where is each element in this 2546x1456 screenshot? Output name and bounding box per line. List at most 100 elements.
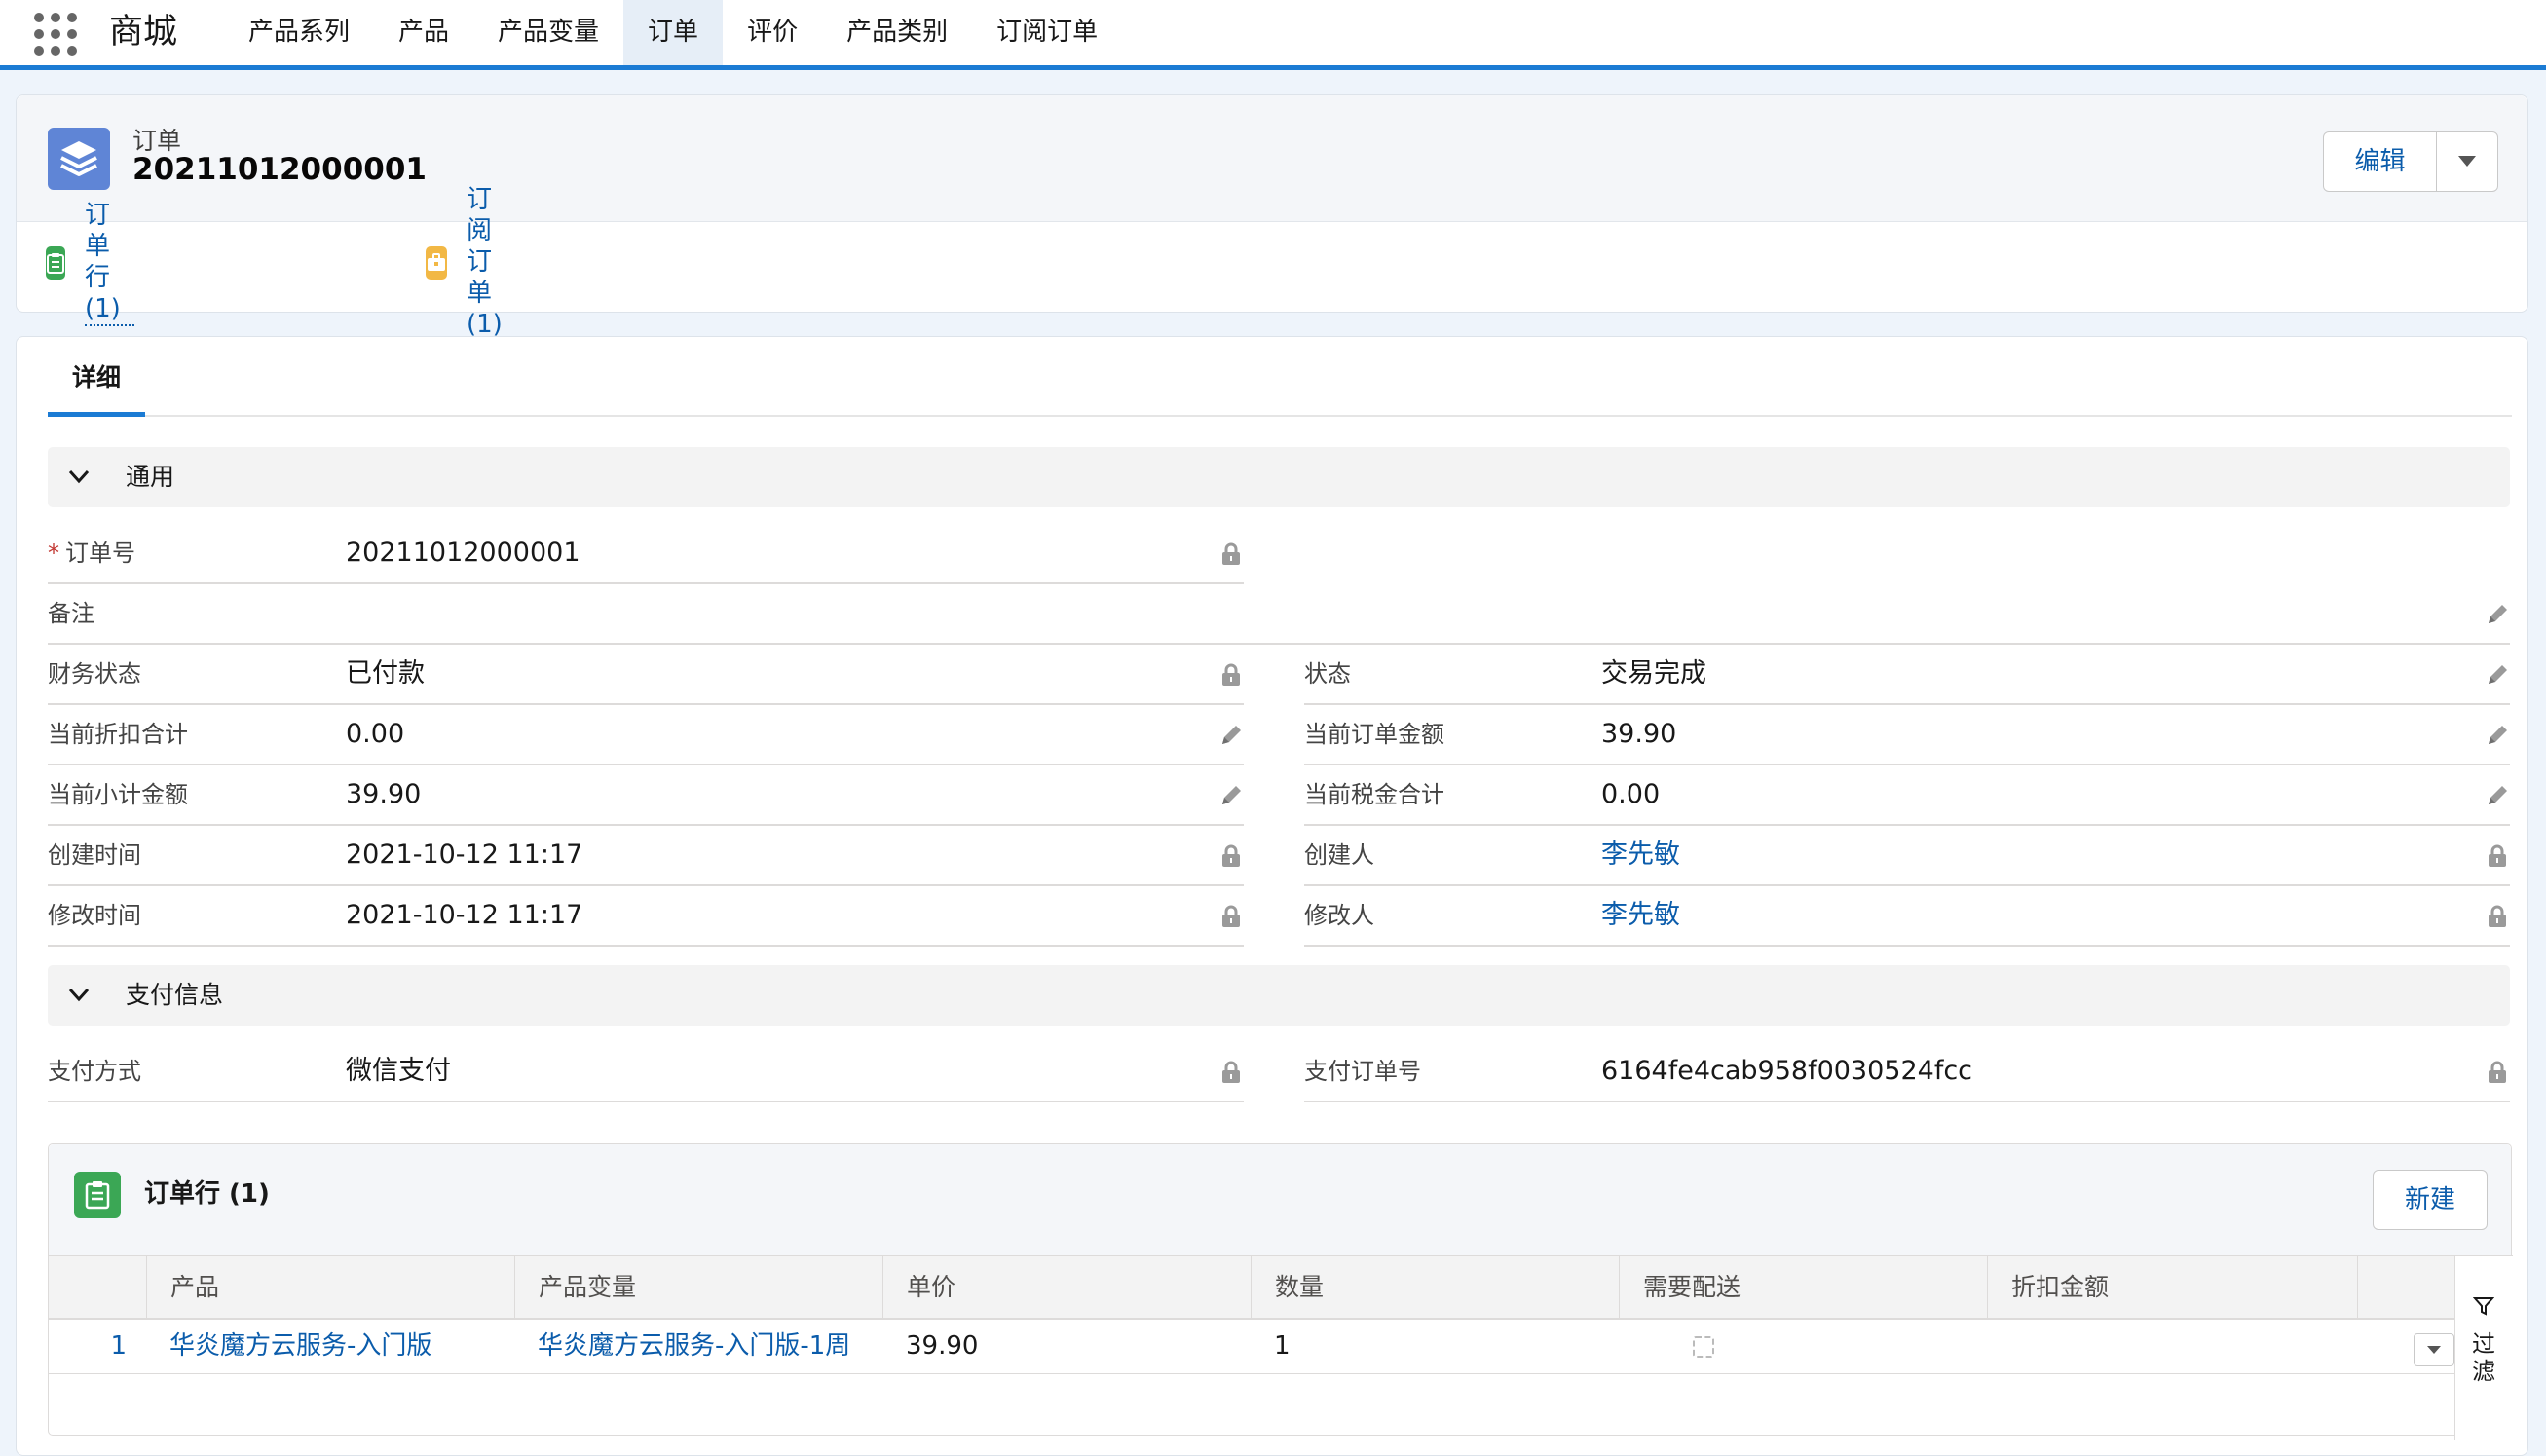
field-modified-by: 修改人 李先敏 (1304, 886, 2510, 947)
chevron-down-icon (68, 988, 90, 1002)
column-header-price[interactable]: 单价 (882, 1256, 1251, 1319)
nav-item-product-variants[interactable]: 产品变量 (473, 0, 623, 65)
clipboard-icon (46, 246, 65, 280)
field-order-amount: 当前订单金额 39.90 (1304, 705, 2510, 765)
column-header-actions (2357, 1256, 2454, 1319)
field-remark: 备注 (48, 584, 2510, 645)
more-actions-button[interactable] (2437, 132, 2497, 191)
lock-icon (1222, 905, 1240, 927)
briefcase-icon (426, 246, 447, 280)
pencil-icon[interactable] (1218, 723, 1244, 748)
chevron-down-icon (2427, 1346, 2441, 1354)
field-subtotal: 当前小计金额 39.90 (48, 765, 1244, 826)
column-header-delivery[interactable]: 需要配送 (1619, 1256, 1987, 1319)
table-row: 1 华炎魔方云服务-入门版 华炎魔方云服务-入门版-1周 39.90 1 (49, 1320, 2454, 1374)
chevron-down-icon (2458, 156, 2476, 167)
field-created-by: 创建人 李先敏 (1304, 826, 2510, 886)
field-discount-total-value: 0.00 (346, 719, 405, 749)
column-header-product[interactable]: 产品 (146, 1256, 514, 1319)
nav-item-product-series[interactable]: 产品系列 (224, 0, 374, 65)
pencil-icon[interactable] (2485, 662, 2510, 688)
related-link-order-lines-label[interactable]: 订单行(1) (85, 200, 134, 326)
field-order-no-value: 20211012000001 (346, 538, 580, 568)
pencil-icon[interactable] (2485, 723, 2510, 748)
row-number: 1 (110, 1331, 127, 1361)
field-status-label: 状态 (1304, 660, 1351, 688)
tab-details[interactable]: 详细 (48, 347, 145, 417)
edit-button[interactable]: 编辑 (2324, 132, 2437, 191)
cell-delivery-checkbox (1693, 1336, 1714, 1358)
nav-items: 产品系列 产品 产品变量 订单 评价 产品类别 订阅订单 (224, 0, 1122, 65)
field-subtotal-value: 39.90 (346, 779, 422, 809)
app-launcher-icon[interactable] (34, 13, 77, 56)
cell-price: 39.90 (906, 1331, 979, 1361)
row-actions-button[interactable] (2414, 1333, 2454, 1366)
section-payment-header[interactable]: 支付信息 (48, 965, 2510, 1026)
header-actions: 编辑 (2323, 131, 2498, 192)
field-tax-total-value: 0.00 (1601, 779, 1661, 809)
related-link-order-lines[interactable]: 订单行(1) (46, 201, 134, 326)
field-finance-status-value: 已付款 (346, 658, 425, 689)
app-name: 商城 (109, 13, 178, 52)
pencil-icon[interactable] (2485, 602, 2510, 627)
lock-icon (2489, 844, 2506, 867)
field-subtotal-label: 当前小计金额 (48, 781, 188, 808)
tab-bar: 详细 (48, 347, 2512, 417)
pencil-icon[interactable] (1218, 783, 1244, 808)
field-status: 状态 交易完成 (1304, 645, 2510, 705)
field-finance-status: 财务状态 已付款 (48, 645, 1244, 705)
filter-icon (2473, 1297, 2494, 1316)
field-pay-method-label: 支付方式 (48, 1058, 141, 1085)
required-asterisk: * (48, 540, 59, 567)
chevron-down-icon (68, 469, 90, 484)
section-general-header[interactable]: 通用 (48, 447, 2510, 507)
record-header: 订单 20211012000001 编辑 (17, 95, 2527, 222)
column-header-qty[interactable]: 数量 (1251, 1256, 1619, 1319)
field-created-time-value: 2021-10-12 11:17 (346, 840, 583, 870)
cell-product-link[interactable]: 华炎魔方云服务-入门版 (146, 1320, 431, 1374)
field-status-value: 交易完成 (1601, 658, 1706, 689)
field-modified-time-label: 修改时间 (48, 902, 141, 929)
cell-qty: 1 (1274, 1331, 1291, 1361)
field-order-no-label: * 订单号 (48, 524, 135, 582)
related-link-subscription-orders-label[interactable]: 订阅订单(1) (467, 184, 514, 342)
lock-icon (2489, 1061, 2506, 1083)
nav-item-products[interactable]: 产品 (374, 0, 473, 65)
field-pay-order-no-value: 6164fe4cab958f0030524fcc (1601, 1056, 1973, 1086)
related-list-header: 订单行 (1) 新建 (49, 1144, 2511, 1255)
related-list-title: 订单行 (1) (144, 1179, 270, 1209)
record-title: 20211012000001 (132, 152, 427, 187)
filter-panel-toggle[interactable]: 过滤 (2454, 1255, 2513, 1440)
related-list-order-lines: 订单行 (1) 新建 产品 产品变量 单价 数量 需要配送 折扣金额 1 华炎魔… (48, 1143, 2513, 1440)
lock-icon (1222, 844, 1240, 867)
field-modified-time: 修改时间 2021-10-12 11:17 (48, 886, 1244, 947)
related-link-subscription-orders[interactable]: 订阅订单(1) (426, 185, 514, 342)
record-header-card: 订单 20211012000001 编辑 订单行(1) 订阅订单(1) (16, 94, 2528, 342)
nav-item-orders[interactable]: 订单 (623, 0, 724, 65)
field-finance-status-label: 财务状态 (48, 660, 141, 688)
nav-item-product-categories[interactable]: 产品类别 (822, 0, 972, 65)
top-nav-bar: 商城 产品系列 产品 产品变量 订单 评价 产品类别 订阅订单 (0, 0, 2546, 70)
field-created-time: 创建时间 2021-10-12 11:17 (48, 826, 1244, 886)
field-pay-method: 支付方式 微信支付 (48, 1042, 1244, 1102)
field-order-amount-value: 39.90 (1601, 719, 1677, 749)
cell-variant-link[interactable]: 华炎魔方云服务-入门版-1周 (514, 1320, 850, 1374)
column-header-discount[interactable]: 折扣金额 (1987, 1256, 2357, 1319)
field-modified-by-link[interactable]: 李先敏 (1601, 886, 1680, 945)
field-created-by-label: 创建人 (1304, 841, 1374, 869)
column-header-variant[interactable]: 产品变量 (514, 1256, 882, 1319)
table-header: 产品 产品变量 单价 数量 需要配送 折扣金额 (49, 1255, 2454, 1320)
section-payment-title: 支付信息 (126, 981, 224, 1009)
field-tax-total: 当前税金合计 0.00 (1304, 765, 2510, 826)
field-created-time-label: 创建时间 (48, 841, 141, 869)
nav-item-reviews[interactable]: 评价 (723, 0, 822, 65)
field-pay-order-no: 支付订单号 6164fe4cab958f0030524fcc (1304, 1042, 2510, 1102)
nav-item-subscription-orders[interactable]: 订阅订单 (972, 0, 1122, 65)
field-created-by-link[interactable]: 李先敏 (1601, 826, 1680, 884)
pencil-icon[interactable] (2485, 783, 2510, 808)
new-button[interactable]: 新建 (2373, 1170, 2488, 1230)
layers-icon (48, 128, 110, 190)
field-tax-total-label: 当前税金合计 (1304, 781, 1444, 808)
section-general-title: 通用 (126, 463, 175, 491)
clipboard-icon (74, 1172, 121, 1218)
